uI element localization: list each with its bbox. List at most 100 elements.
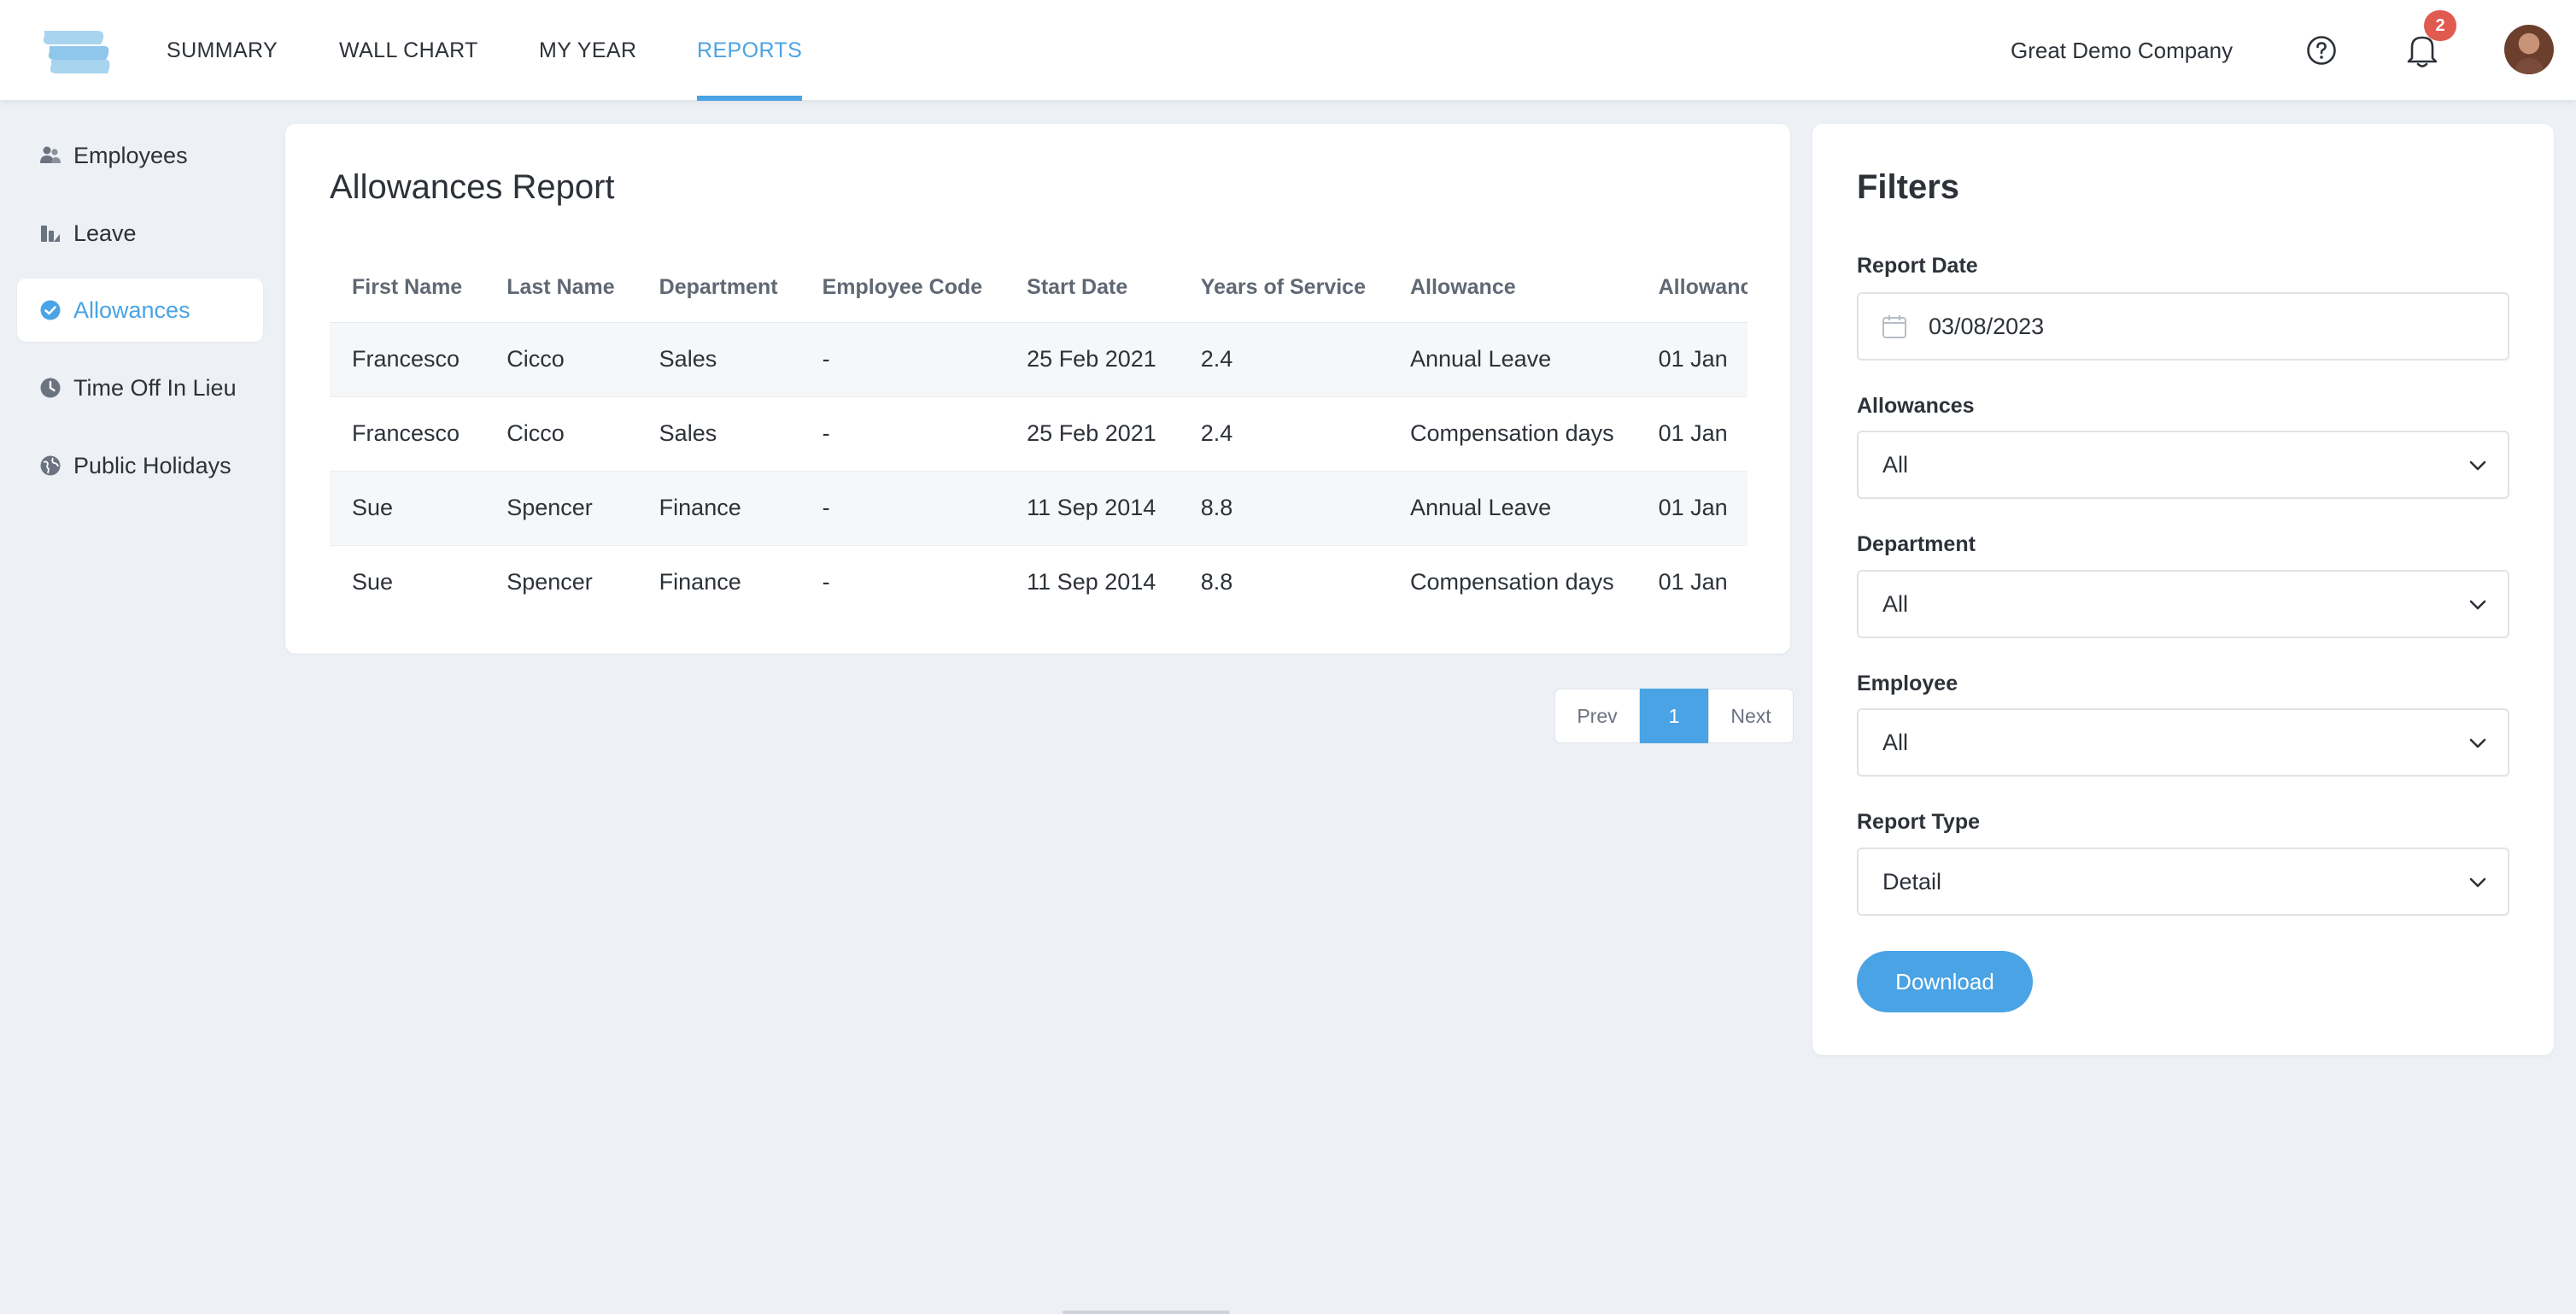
report-type-value: Detail	[1882, 869, 1942, 895]
employee-value: All	[1882, 730, 1909, 755]
chevron-down-icon	[2469, 738, 2486, 748]
app-logo-icon[interactable]	[38, 26, 111, 75]
allowances-select[interactable]: All	[1857, 431, 2509, 499]
report-date-input[interactable]: 03/08/2023	[1857, 292, 2509, 361]
col-department[interactable]: Department	[636, 254, 800, 323]
cell-allowance: Compensation days	[1387, 396, 1636, 472]
allowances-value: All	[1882, 452, 1909, 478]
cell-years-of-service: 8.8	[1178, 545, 1388, 613]
cell-years-of-service: 2.4	[1178, 322, 1388, 397]
cell-department: Sales	[636, 322, 800, 397]
sidebar-item-allowances[interactable]: Allowances	[17, 279, 263, 342]
table-row: Sue Spencer Finance - 11 Sep 2014 8.8 An…	[330, 471, 1748, 546]
col-first-name[interactable]: First Name	[330, 254, 485, 323]
sidebar-item-label: Leave	[73, 220, 137, 246]
next-page-button[interactable]: Next	[1708, 689, 1794, 743]
report-date-label: Report Date	[1857, 254, 1978, 278]
cell-allowance-date: 01 Jan	[1636, 471, 1748, 546]
cell-employee-code: -	[799, 471, 1005, 546]
chevron-down-icon	[2469, 877, 2486, 888]
cell-department: Finance	[636, 545, 800, 613]
table-row: Sue Spencer Finance - 11 Sep 2014 8.8 Co…	[330, 545, 1748, 613]
col-years-of-service[interactable]: Years of Service	[1178, 254, 1388, 323]
cell-last-name: Spencer	[484, 545, 637, 613]
filters-panel: Filters Report Date 03/08/2023 Allowance…	[1812, 124, 2554, 1055]
cell-first-name: Sue	[330, 471, 485, 546]
filters-title: Filters	[1857, 168, 1960, 206]
report-date-value: 03/08/2023	[1929, 314, 2045, 339]
department-select[interactable]: All	[1857, 570, 2509, 638]
cell-employee-code: -	[799, 322, 1005, 397]
sidebar-item-public-holidays[interactable]: Public Holidays	[17, 434, 263, 497]
nav-wall-chart[interactable]: WALL CHART	[339, 0, 478, 101]
scroll-indicator	[1063, 1311, 1230, 1314]
col-start-date[interactable]: Start Date	[1004, 254, 1179, 323]
calendar-icon	[1882, 315, 1906, 338]
employee-select[interactable]: All	[1857, 708, 2509, 777]
help-icon[interactable]	[2306, 35, 2337, 66]
report-type-label: Report Type	[1857, 810, 1980, 834]
cell-last-name: Cicco	[484, 396, 637, 472]
page-1-button[interactable]: 1	[1640, 689, 1708, 743]
cell-allowance: Compensation days	[1387, 545, 1636, 613]
cell-last-name: Cicco	[484, 322, 637, 397]
cell-first-name: Sue	[330, 545, 485, 613]
cell-employee-code: -	[799, 396, 1005, 472]
nav-my-year[interactable]: MY YEAR	[539, 0, 636, 101]
notification-badge[interactable]: 2	[2424, 10, 2456, 41]
cell-allowance: Annual Leave	[1387, 322, 1636, 397]
sidebar-item-label: Time Off In Lieu	[73, 374, 237, 401]
cell-department: Sales	[636, 396, 800, 472]
cell-allowance-date: 01 Jan	[1636, 396, 1748, 472]
nav-summary[interactable]: SUMMARY	[167, 0, 278, 101]
sidebar-item-label: Public Holidays	[73, 452, 231, 478]
report-table-container[interactable]: First Name Last Name Department Employee…	[330, 254, 1748, 613]
check-circle-icon	[40, 300, 61, 320]
report-title: Allowances Report	[330, 168, 615, 206]
table-row: Francesco Cicco Sales - 25 Feb 2021 2.4 …	[330, 322, 1748, 397]
clock-icon	[40, 378, 61, 398]
table-row: Francesco Cicco Sales - 25 Feb 2021 2.4 …	[330, 396, 1748, 472]
cell-department: Finance	[636, 471, 800, 546]
leave-icon	[41, 226, 60, 242]
cell-years-of-service: 2.4	[1178, 396, 1388, 472]
nav-reports[interactable]: REPORTS	[697, 0, 803, 101]
users-icon	[40, 146, 61, 163]
report-type-select[interactable]: Detail	[1857, 848, 2509, 916]
download-button[interactable]: Download	[1857, 951, 2033, 1012]
cell-employee-code: -	[799, 545, 1005, 613]
chevron-down-icon	[2469, 460, 2486, 471]
table-header-row: First Name Last Name Department Employee…	[330, 254, 1748, 323]
cell-allowance-date: 01 Jan	[1636, 322, 1748, 397]
department-value: All	[1882, 591, 1909, 617]
cell-start-date: 11 Sep 2014	[1004, 545, 1179, 613]
cell-allowance-date: 01 Jan	[1636, 545, 1748, 613]
col-employee-code[interactable]: Employee Code	[799, 254, 1005, 323]
col-allowance[interactable]: Allowance	[1387, 254, 1636, 323]
report-table: First Name Last Name Department Employee…	[330, 254, 1748, 613]
col-allowance-date[interactable]: Allowance	[1636, 254, 1748, 323]
report-card: Allowances Report First Name Last Name D…	[285, 124, 1790, 654]
sidebar-item-label: Employees	[73, 142, 188, 168]
cell-years-of-service: 8.8	[1178, 471, 1388, 546]
pagination: Prev 1 Next	[1554, 689, 1794, 743]
col-last-name[interactable]: Last Name	[484, 254, 637, 323]
cell-first-name: Francesco	[330, 396, 485, 472]
sidebar-item-employees[interactable]: Employees	[17, 124, 263, 187]
cell-start-date: 11 Sep 2014	[1004, 471, 1179, 546]
cell-start-date: 25 Feb 2021	[1004, 322, 1179, 397]
sidebar-item-label: Allowances	[73, 296, 190, 323]
globe-icon	[40, 455, 61, 476]
cell-last-name: Spencer	[484, 471, 637, 546]
chevron-down-icon	[2469, 600, 2486, 610]
cell-first-name: Francesco	[330, 322, 485, 397]
prev-page-button[interactable]: Prev	[1554, 689, 1640, 743]
user-avatar[interactable]	[2504, 25, 2554, 74]
top-nav-bar: SUMMARY WALL CHART MY YEAR REPORTS Great…	[0, 0, 2576, 101]
sidebar-item-time-off-in-lieu[interactable]: Time Off In Lieu	[17, 356, 263, 419]
cell-allowance: Annual Leave	[1387, 471, 1636, 546]
company-name[interactable]: Great Demo Company	[2011, 0, 2233, 101]
department-label: Department	[1857, 532, 1976, 556]
sidebar-item-leave[interactable]: Leave	[17, 202, 263, 265]
allowances-label: Allowances	[1857, 394, 1975, 418]
